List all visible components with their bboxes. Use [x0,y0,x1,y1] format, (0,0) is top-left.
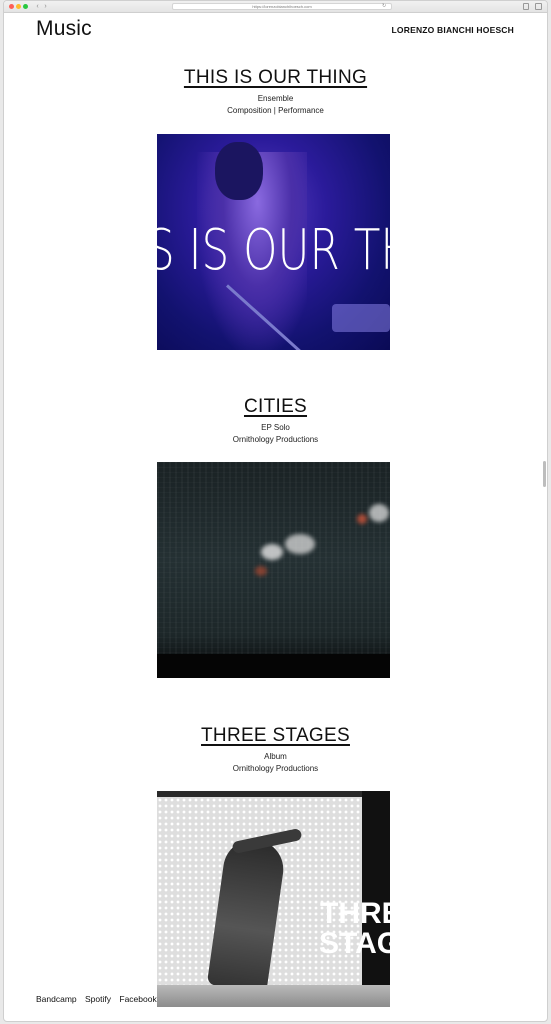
tabs-overview-icon[interactable] [535,3,542,10]
scrollbar-thumb[interactable] [543,461,546,487]
project-title[interactable]: CITIES [244,396,307,418]
project-cover-image[interactable] [157,462,390,678]
footer-links: Bandcamp Spotify Facebook [36,994,163,1004]
address-url: https://lorenzobianchihoesch.com [252,4,312,9]
browser-toolbar: ‹ › https://lorenzobianchihoesch.com ↻ [4,1,547,13]
zoom-window-button[interactable] [23,4,28,9]
bandcamp-link[interactable]: Bandcamp [36,994,77,1004]
project-type: Album [264,752,287,761]
browser-window: ‹ › https://lorenzobianchihoesch.com ↻ M… [3,0,548,1022]
cover-title-text: S IS OUR TH [157,218,390,283]
address-bar[interactable]: https://lorenzobianchihoesch.com [172,3,392,10]
page-title: Music [36,17,92,40]
forward-arrow-icon[interactable]: › [42,3,49,10]
close-window-button[interactable] [9,4,14,9]
project-label: Ornithology Productions [232,764,319,773]
project-type: Ensemble [257,94,294,103]
project-type: EP Solo [261,423,290,432]
site-author-link[interactable]: LORENZO BIANCHI HOESCH [392,25,514,35]
spotify-link[interactable]: Spotify [85,994,111,1004]
project-cover-image[interactable]: THRE STAG [157,791,390,1007]
project-cities: CITIES EP Solo Ornithology Productions [4,396,547,446]
facebook-link[interactable]: Facebook [119,994,156,1004]
back-arrow-icon[interactable]: ‹ [34,3,41,10]
reload-icon[interactable]: ↻ [382,3,386,9]
project-three-stages: THREE STAGES Album Ornithology Productio… [4,725,547,775]
project-cover-image[interactable]: S IS OUR TH [157,134,390,350]
project-title[interactable]: THREE STAGES [201,725,350,747]
project-this-is-our-thing: THIS IS OUR THING Ensemble Composition |… [4,67,547,117]
minimize-window-button[interactable] [16,4,21,9]
project-label: Ornithology Productions [232,435,319,444]
project-title[interactable]: THIS IS OUR THING [184,67,367,89]
project-roles: Composition | Performance [227,106,324,115]
share-icon[interactable] [523,3,529,10]
cover-title-text: THRE STAG [319,897,390,960]
